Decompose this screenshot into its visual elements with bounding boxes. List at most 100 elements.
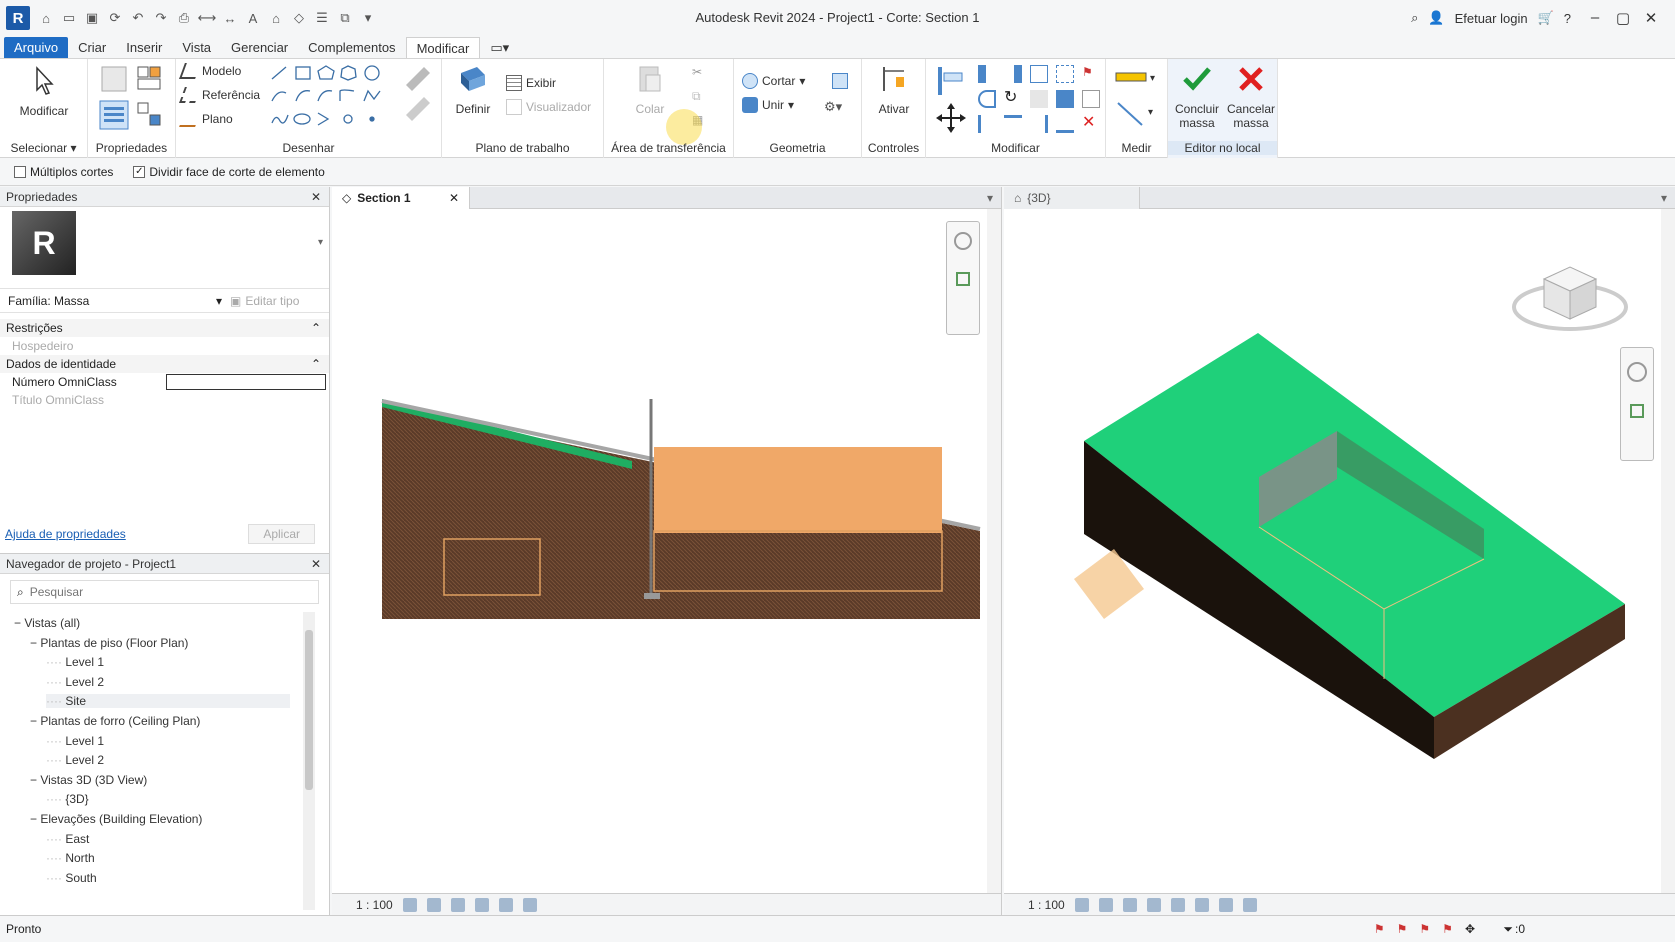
visual-style-icon[interactable] bbox=[1098, 897, 1113, 912]
define-workplane-button[interactable]: Definir bbox=[450, 63, 496, 116]
draw-shapes-grid[interactable] bbox=[268, 63, 396, 129]
finish-mass-button[interactable]: Concluir massa bbox=[1170, 63, 1224, 130]
section-icon[interactable]: ◇ bbox=[289, 8, 309, 28]
select-by-face-icon[interactable]: ⚑ bbox=[1442, 922, 1453, 936]
tree-item[interactable]: ···· East bbox=[46, 832, 89, 846]
thin-lines-icon[interactable]: ☰ bbox=[312, 8, 332, 28]
cart-icon[interactable]: 🛒 bbox=[1538, 10, 1554, 26]
sun-path-icon[interactable] bbox=[1122, 897, 1137, 912]
browser-scrollbar[interactable] bbox=[303, 612, 315, 910]
extend-icon[interactable] bbox=[1056, 115, 1074, 133]
zoom-icon[interactable] bbox=[1630, 404, 1644, 418]
tab-inserir[interactable]: Inserir bbox=[116, 37, 172, 58]
detail-level-icon[interactable] bbox=[1074, 897, 1089, 912]
drag-elements-icon[interactable]: ✥ bbox=[1465, 922, 1475, 936]
dimension-icon[interactable]: ↔ bbox=[220, 8, 240, 28]
tree-item[interactable]: ···· Level 2 bbox=[46, 675, 104, 689]
wheel-icon[interactable] bbox=[1627, 362, 1647, 382]
viewcube[interactable] bbox=[1508, 247, 1634, 347]
apply-button[interactable]: Aplicar bbox=[248, 524, 315, 544]
tree-item[interactable]: ···· Level 2 bbox=[46, 753, 104, 767]
tab-criar[interactable]: Criar bbox=[68, 37, 116, 58]
draw-reference-button[interactable]: Referência bbox=[179, 87, 260, 103]
shadows-icon[interactable] bbox=[474, 897, 489, 912]
type-selector[interactable]: R ▾ bbox=[0, 207, 329, 289]
section-scale[interactable]: 1 : 100 bbox=[356, 898, 393, 912]
collapse-icon[interactable]: − bbox=[14, 616, 24, 630]
tab-vista[interactable]: Vista bbox=[172, 37, 221, 58]
scale-icon[interactable] bbox=[1082, 90, 1100, 108]
customize-icon[interactable]: ▾ bbox=[358, 8, 378, 28]
trim-icon[interactable] bbox=[978, 115, 996, 133]
copy-icon[interactable]: ⧉ bbox=[692, 89, 701, 104]
collapse-icon[interactable]: − bbox=[30, 773, 40, 787]
lock-view-icon[interactable] bbox=[1242, 897, 1257, 912]
show-workplane-button[interactable]: Exibir bbox=[506, 75, 556, 91]
tab-menu-icon[interactable]: ▾ bbox=[1661, 191, 1675, 205]
chevron-down-icon[interactable]: ▾ bbox=[318, 237, 323, 248]
array-icon[interactable] bbox=[1056, 90, 1074, 108]
select-links-icon[interactable]: ⚑ bbox=[1374, 922, 1385, 936]
render-icon[interactable] bbox=[1170, 897, 1185, 912]
browser-search-input[interactable] bbox=[29, 585, 290, 599]
move-icon[interactable] bbox=[934, 101, 968, 135]
section-canvas[interactable] bbox=[332, 209, 1002, 889]
viewer-button[interactable]: Visualizador bbox=[506, 99, 591, 115]
tree-item[interactable]: − Vistas (all) bbox=[14, 616, 80, 630]
activate-controls-button[interactable]: Ativar bbox=[870, 63, 918, 116]
tab-arquivo[interactable]: Arquivo bbox=[4, 37, 69, 58]
measure-icon[interactable]: ⟷ bbox=[197, 8, 217, 28]
tree-item[interactable]: − Elevações (Building Elevation) bbox=[30, 812, 202, 826]
tree-item[interactable]: − Vistas 3D (3D View) bbox=[30, 773, 147, 787]
3d-view-icon[interactable]: ⌂ bbox=[266, 8, 286, 28]
tree-item[interactable]: − Plantas de forro (Ceiling Plan) bbox=[30, 714, 200, 728]
maximize-button[interactable]: ▢ bbox=[1609, 9, 1637, 27]
redo-icon[interactable]: ↷ bbox=[151, 8, 171, 28]
family-dropdown[interactable]: Família: Massa ▾ bbox=[8, 294, 230, 308]
open-icon[interactable]: ▭ bbox=[59, 8, 79, 28]
save-icon[interactable]: ▣ bbox=[82, 8, 102, 28]
zoom-icon[interactable] bbox=[956, 272, 970, 286]
omniclass-number-input[interactable] bbox=[166, 374, 326, 390]
pick-lines-icon[interactable] bbox=[400, 63, 436, 129]
3d-scale[interactable]: 1 : 100 bbox=[1028, 898, 1065, 912]
trim-multi-icon[interactable] bbox=[1030, 115, 1048, 133]
rotate-icon[interactable]: ↻ bbox=[1004, 90, 1022, 108]
collapse-icon[interactable]: − bbox=[30, 714, 40, 728]
draw-plane-button[interactable]: Plano bbox=[179, 111, 233, 127]
tree-item[interactable]: ···· Level 1 bbox=[46, 734, 104, 748]
split-icon[interactable] bbox=[1030, 65, 1048, 83]
type-properties-icon[interactable] bbox=[98, 63, 130, 95]
paint-icon[interactable]: ⚙▾ bbox=[824, 99, 842, 115]
collapse-icon[interactable]: − bbox=[30, 812, 40, 826]
binoculars-icon[interactable]: ⌕ bbox=[1411, 10, 1418, 26]
aligned-dimension-icon[interactable]: ▾ bbox=[1114, 99, 1158, 129]
3d-view[interactable]: ⌂ {3D} ▾ 1 : 100 bbox=[1004, 186, 1675, 915]
detail-level-icon[interactable] bbox=[402, 897, 417, 912]
section-view[interactable]: ◇ Section 1 ✕ ▾ 1 : 100 bbox=[332, 186, 1002, 915]
tab-modificar[interactable]: Modificar bbox=[405, 37, 481, 58]
tag-icon[interactable]: A bbox=[243, 8, 263, 28]
properties-help-link[interactable]: Ajuda de propriedades bbox=[5, 527, 126, 541]
tab-extra-icon[interactable]: ▭▾ bbox=[480, 37, 519, 58]
multiple-cuts-checkbox[interactable]: Múltiplos cortes bbox=[14, 165, 113, 179]
properties-icon[interactable] bbox=[98, 99, 130, 131]
delete-icon[interactable]: ✕ bbox=[1082, 115, 1100, 133]
tree-item[interactable]: − Plantas de piso (Floor Plan) bbox=[30, 636, 188, 650]
minimize-button[interactable]: – bbox=[1581, 9, 1609, 27]
user-icon[interactable]: 👤 bbox=[1428, 10, 1444, 26]
crop-icon[interactable] bbox=[1194, 897, 1209, 912]
align-icon[interactable] bbox=[934, 65, 968, 99]
switch-windows-icon[interactable]: ⧉ bbox=[335, 8, 355, 28]
split-face-checkbox[interactable]: ✓ Dividir face de corte de elemento bbox=[133, 165, 325, 179]
close-button[interactable]: ✕ bbox=[1637, 9, 1665, 27]
tree-item[interactable]: ···· Level 1 bbox=[46, 655, 104, 669]
select-underlay-icon[interactable]: ⚑ bbox=[1397, 922, 1408, 936]
family-category-icon[interactable] bbox=[134, 99, 166, 131]
section-restricoes[interactable]: Restrições ⌃ bbox=[0, 319, 329, 337]
tab-3d[interactable]: ⌂ {3D} bbox=[1004, 186, 1140, 209]
crop-icon[interactable] bbox=[498, 897, 513, 912]
cut-icon[interactable]: ✂ bbox=[692, 65, 702, 79]
measure-ruler-icon[interactable]: ▾ bbox=[1114, 67, 1158, 87]
show-crop-icon[interactable] bbox=[1218, 897, 1233, 912]
